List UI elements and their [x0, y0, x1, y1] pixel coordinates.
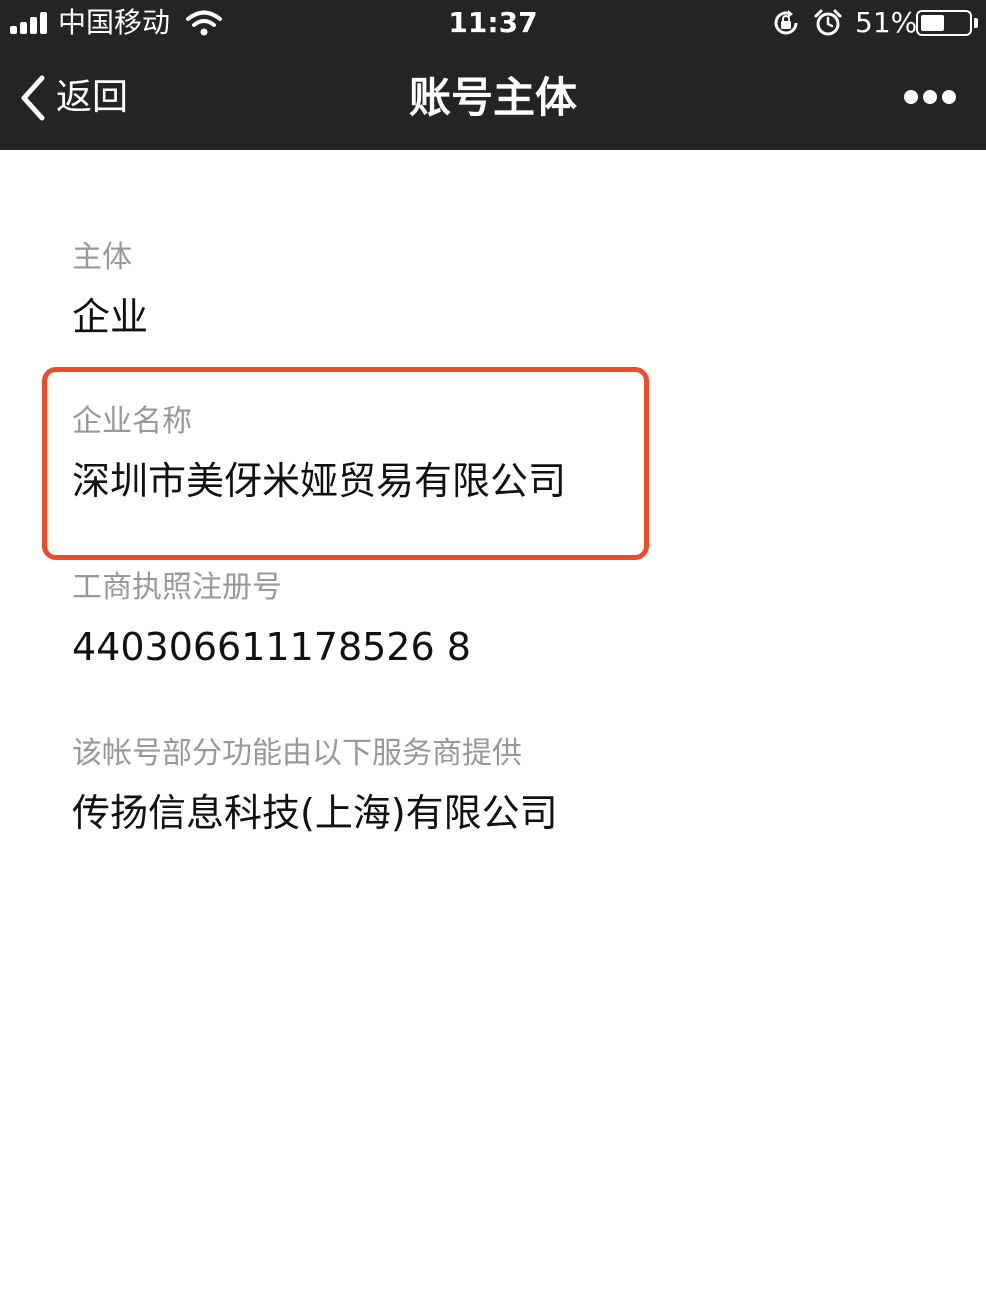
status-bar: 中国移动 11:37 51%: [0, 0, 986, 48]
alarm-icon: [814, 9, 842, 36]
page-title: 账号主体: [408, 73, 577, 122]
field-service-provider: 该帐号部分功能由以下服务商提供 传扬信息科技(上海)有限公司: [72, 734, 558, 838]
more-icon: [904, 90, 918, 104]
more-icon-dot: [942, 90, 956, 104]
more-button[interactable]: [898, 82, 962, 114]
rotation-lock-icon: [774, 10, 798, 35]
highlight-box: [42, 367, 649, 560]
more-icon-dot: [923, 90, 937, 104]
field-registration-number: 工商执照注册号 440306611178526 8: [72, 568, 471, 672]
field-subject: 主体 企业: [72, 238, 148, 342]
battery-percent: 51%: [855, 6, 918, 39]
field-value: 传扬信息科技(上海)有限公司: [72, 791, 558, 835]
field-label: 工商执照注册号: [72, 570, 282, 605]
battery-tip: [974, 18, 978, 28]
battery-icon: [916, 10, 972, 36]
battery-level-fill: [921, 15, 944, 31]
field-label: 该帐号部分功能由以下服务商提供: [72, 736, 522, 771]
field-value: 企业: [72, 295, 149, 339]
field-label: 主体: [72, 240, 132, 275]
field-value: 440306611178526 8: [72, 625, 471, 669]
top-header: 中国移动 11:37 51% 返回 账号主体: [0, 0, 986, 150]
